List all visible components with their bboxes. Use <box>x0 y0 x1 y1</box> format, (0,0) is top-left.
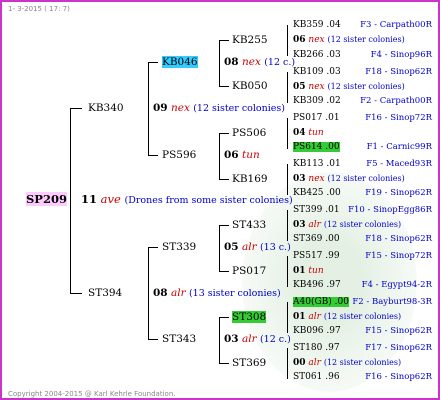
gen5-info: 05 nex (12 sister colonies) <box>293 82 405 92</box>
gen5-node[interactable]: PS614 .00 <box>293 142 340 152</box>
gen2-info: 08 alr (13 sister colonies) <box>153 287 281 299</box>
gen5-origin: F16 - Sinop62R <box>365 372 432 382</box>
root-node[interactable]: SP209 <box>26 192 67 206</box>
gen3-node[interactable]: ST339 <box>162 242 196 253</box>
root-subspecies: ave <box>100 192 121 206</box>
gen5-node[interactable]: KB266 .03 <box>293 51 341 60</box>
tree-line <box>287 164 288 195</box>
gen5-node[interactable]: KB359 .04 <box>293 21 341 30</box>
gen5-node[interactable]: KB309 .02 <box>293 97 341 106</box>
tree-line <box>70 108 71 294</box>
gen3-info: 05 alr (13 c.) <box>224 241 291 253</box>
tree-line <box>148 339 158 340</box>
tree-line <box>70 293 82 294</box>
tree-line <box>287 256 288 287</box>
root-info: 11 ave (Drones from some sister colonies… <box>81 192 293 206</box>
gen3-info: 03 alr (12 c.) <box>224 333 291 345</box>
gen5-node[interactable]: ST061 .96 <box>293 373 340 382</box>
gen5-node[interactable]: KB113 .01 <box>293 160 341 169</box>
gen4-node[interactable]: KB255 <box>232 35 268 46</box>
gen4-node[interactable]: KB169 <box>232 174 268 185</box>
gen4-node[interactable]: ST433 <box>232 220 266 231</box>
gen5-node[interactable]: KB109 .03 <box>293 68 341 77</box>
gen3-node[interactable]: ST343 <box>162 334 196 345</box>
gen5-origin: F15 - Sinop62R <box>365 326 432 336</box>
gen5-node[interactable]: KB496 .97 <box>293 281 341 290</box>
tree-line <box>70 108 82 109</box>
tree-line <box>287 302 288 333</box>
gen5-origin: F3 - Carpath00R <box>360 20 432 30</box>
root-year: 11 <box>81 192 98 206</box>
gen5-origin: F4 - Sinop96R <box>370 50 432 60</box>
gen5-origin: F4 - Egypt94-2R <box>361 280 432 290</box>
gen2-node[interactable]: KB340 <box>88 103 124 114</box>
tree-line <box>287 210 288 241</box>
tree-line <box>219 317 229 318</box>
gen5-info: 00 alr (12 sister colonies) <box>293 358 402 368</box>
gen4-node[interactable]: KB050 <box>232 81 268 92</box>
root-note: (Drones from some sister colonies) <box>124 195 293 206</box>
gen5-node[interactable]: PS017 .01 <box>293 114 340 123</box>
tree-line <box>287 72 288 103</box>
gen4-node[interactable]: ST308 <box>232 311 267 323</box>
root-id: SP209 <box>26 192 67 206</box>
gen3-info: 08 nex (12 c.) <box>224 56 296 68</box>
gen5-node[interactable]: ST369 .00 <box>293 235 340 244</box>
gen5-node[interactable]: ST180 .97 <box>293 344 340 353</box>
gen5-origin: F1 - Carnic99R <box>366 142 432 152</box>
tree-line <box>219 86 229 87</box>
gen5-info: 01 tun <box>293 266 324 276</box>
gen5-origin: F17 - Sinop62R <box>365 343 432 353</box>
tree-line <box>148 247 149 340</box>
copyright-footer: Copyright 2004-2015 @ Karl Kehrle Founda… <box>8 390 176 398</box>
gen4-node[interactable]: PS506 <box>232 128 266 139</box>
gen5-origin: F2 - Bayburt98-3R <box>352 297 432 307</box>
tree-line <box>287 118 288 149</box>
gen5-origin: F19 - Sinop62R <box>365 188 432 198</box>
tree-line <box>219 40 220 87</box>
tree-line <box>148 155 158 156</box>
gen5-origin: F15 - Sinop72R <box>365 251 432 261</box>
gen2-info: 09 nex (12 sister colonies) <box>153 102 285 114</box>
gen5-info: 03 nex (12 sister colonies) <box>293 174 405 184</box>
gen5-origin: F18 - Sinop62R <box>365 234 432 244</box>
tree-line <box>219 317 220 364</box>
gen5-node[interactable]: A40(GB) .00 <box>293 297 349 307</box>
gen5-info: 03 alr (12 sister colonies) <box>293 220 402 230</box>
gen5-info: 01 alr (12 sister colonies) <box>293 312 402 322</box>
gen4-node[interactable]: PS017 <box>232 266 266 277</box>
gen4-node[interactable]: ST369 <box>232 358 266 369</box>
tree-line <box>287 348 288 379</box>
gen5-node[interactable]: ST399 .01 <box>293 206 340 215</box>
gen3-node[interactable]: KB046 <box>162 56 198 68</box>
tree-line <box>287 25 288 56</box>
tree-line <box>219 225 220 272</box>
tree-line <box>219 40 229 41</box>
date-header: 1- 3-2015 ( 17: 7) <box>8 5 70 13</box>
gen5-node[interactable]: KB096 .97 <box>293 327 341 336</box>
tree-line <box>148 247 158 248</box>
tree-line <box>219 133 220 180</box>
gen5-node[interactable]: KB425 .00 <box>293 189 341 198</box>
gen5-info: 06 nex (12 sister colonies) <box>293 35 405 45</box>
gen5-origin: F18 - Sinop62R <box>365 67 432 77</box>
gen5-info: 04 tun <box>293 128 324 138</box>
gen5-origin: F5 - Maced93R <box>366 159 432 169</box>
tree-line <box>148 62 158 63</box>
gen3-info: 06 tun <box>224 149 260 161</box>
tree-line <box>219 271 229 272</box>
tree-line <box>219 363 229 364</box>
tree-line <box>219 133 229 134</box>
gen5-origin: F10 - SinopEgg86R <box>348 205 432 215</box>
pedigree-panel: 1- 3-2015 ( 17: 7) Copyright 2004-2015 @… <box>0 0 440 400</box>
gen5-node[interactable]: PS517 .99 <box>293 252 340 261</box>
tree-line <box>219 225 229 226</box>
tree-line <box>219 179 229 180</box>
tree-line <box>148 62 149 156</box>
gen5-origin: F2 - Carpath00R <box>360 96 432 106</box>
gen5-origin: F16 - Sinop72R <box>365 113 432 123</box>
gen2-node[interactable]: ST394 <box>88 288 122 299</box>
gen3-node[interactable]: PS596 <box>162 150 196 161</box>
